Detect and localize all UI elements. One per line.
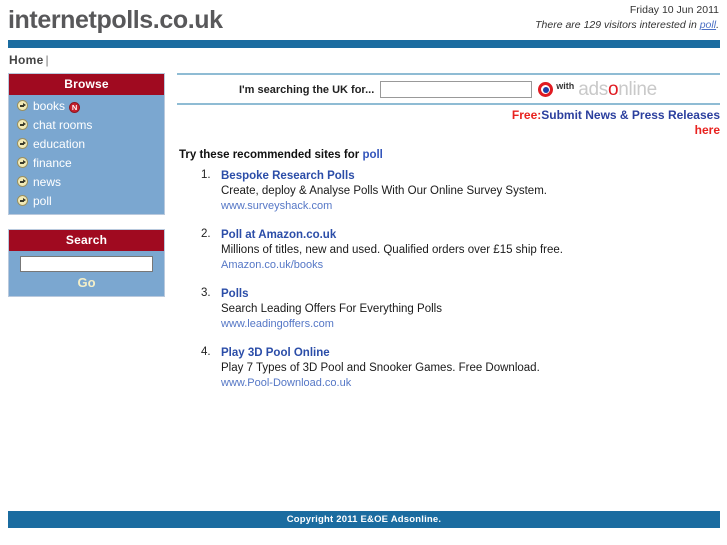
new-badge-icon: N [69, 102, 81, 113]
sidebar-item-label: finance [33, 156, 72, 170]
site-title: internetpolls.co.uk [8, 6, 223, 34]
go-button[interactable]: Go [9, 275, 164, 292]
with-label: with [556, 81, 575, 91]
promo-free-label: Free: [511, 108, 542, 122]
arrow-right-icon [17, 138, 28, 149]
header-divider-bar [8, 40, 720, 48]
submit-news-link[interactable]: Free:Submit News & Press Releases [512, 108, 720, 122]
sidebar-item-label: education [33, 137, 86, 151]
footer-copyright: Copyright 2011 E&OE Adsonline. [8, 511, 720, 528]
results-list: 1. Bespoke Research Polls Create, deploy… [177, 169, 720, 391]
visitor-keyword-link[interactable]: poll [700, 19, 716, 31]
arrow-right-icon [17, 119, 28, 130]
promo-here-link[interactable]: here [177, 123, 720, 138]
visitor-count-prefix: There are 129 visitors interested in [535, 19, 700, 31]
browse-panel-title: Browse [9, 74, 164, 95]
search-panel-title: Search [9, 230, 164, 251]
search-input[interactable] [20, 256, 153, 272]
result-url-link[interactable]: www.leadingoffers.com [221, 317, 720, 332]
breadcrumb: Home | [0, 48, 727, 73]
result-item: 2. Poll at Amazon.co.uk Millions of titl… [201, 228, 720, 273]
breadcrumb-separator: | [45, 53, 49, 67]
adsonline-logo: adsonline [578, 80, 657, 99]
sidebar-item-education[interactable]: education [9, 135, 164, 154]
logo-text-part1: ads [578, 79, 608, 100]
uk-search-label: I'm searching the UK for... [239, 83, 375, 96]
result-number: 3. [201, 287, 211, 299]
sidebar-item-label: books [33, 99, 66, 113]
logo-text-part2: nline [618, 79, 657, 100]
sidebar-item-finance[interactable]: finance [9, 154, 164, 173]
sidebar-item-label: poll [33, 194, 52, 208]
results-heading-prefix: Try these recommended sites for [179, 149, 363, 161]
visitor-count-line: There are 129 visitors interested in pol… [535, 19, 719, 31]
logo-accent-letter: o [608, 79, 619, 100]
promo-banner: Free:Submit News & Press Releases here [177, 105, 720, 139]
sidebar-item-label: news [33, 175, 62, 189]
result-url-link[interactable]: www.surveyshack.com [221, 199, 720, 214]
result-title-link[interactable]: Poll at Amazon.co.uk [221, 228, 720, 243]
result-item: 4. Play 3D Pool Online Play 7 Types of 3… [201, 346, 720, 391]
main-content: I'm searching the UK for... with adsonli… [177, 73, 720, 405]
current-date: Friday 10 Jun 2011 [629, 4, 719, 16]
result-title-link[interactable]: Bespoke Research Polls [221, 169, 720, 184]
browse-panel: Browse books N chat rooms education finan… [8, 73, 165, 215]
search-panel-body: Go [9, 251, 164, 296]
arrow-right-icon [17, 176, 28, 187]
result-title-link[interactable]: Play 3D Pool Online [221, 346, 720, 361]
result-description: Play 7 Types of 3D Pool and Snooker Game… [221, 362, 540, 374]
result-number: 4. [201, 346, 211, 358]
results-heading: Try these recommended sites for poll [177, 139, 720, 169]
arrow-right-icon [17, 157, 28, 168]
sidebar: Browse books N chat rooms education finan… [8, 73, 165, 311]
adsonline-branding: with adsonline [538, 80, 657, 99]
uk-search-input[interactable] [380, 81, 533, 98]
browse-panel-body: books N chat rooms education finance news… [9, 95, 164, 214]
result-url-link[interactable]: Amazon.co.uk/books [221, 258, 720, 273]
result-item: 3. Polls Search Leading Offers For Every… [201, 287, 720, 332]
sidebar-item-poll[interactable]: poll [9, 192, 164, 211]
sidebar-item-news[interactable]: news [9, 173, 164, 192]
result-url-link[interactable]: www.Pool-Download.co.uk [221, 376, 720, 391]
sidebar-item-books[interactable]: books N [9, 97, 164, 116]
breadcrumb-home-link[interactable]: Home [9, 53, 44, 67]
sidebar-item-label: chat rooms [33, 118, 93, 132]
result-number: 1. [201, 169, 211, 181]
promo-main-label: Submit News & Press Releases [541, 108, 720, 122]
header-meta: Friday 10 Jun 2011 There are 129 visitor… [535, 4, 719, 31]
result-description: Search Leading Offers For Everything Pol… [221, 303, 442, 315]
result-description: Millions of titles, new and used. Qualif… [221, 244, 563, 256]
sidebar-item-chat-rooms[interactable]: chat rooms [9, 116, 164, 135]
result-title-link[interactable]: Polls [221, 287, 720, 302]
visitor-count-suffix: . [716, 19, 719, 31]
result-description: Create, deploy & Analyse Polls With Our … [221, 185, 547, 197]
arrow-right-icon [17, 100, 28, 111]
page-header: internetpolls.co.uk Friday 10 Jun 2011 T… [0, 0, 727, 40]
result-item: 1. Bespoke Research Polls Create, deploy… [201, 169, 720, 214]
radio-target-icon[interactable] [538, 82, 554, 97]
result-number: 2. [201, 228, 211, 240]
uk-search-bar: I'm searching the UK for... with adsonli… [177, 75, 720, 103]
arrow-right-icon [17, 195, 28, 206]
search-panel: Search Go [8, 229, 165, 297]
results-heading-keyword-link[interactable]: poll [362, 149, 382, 161]
